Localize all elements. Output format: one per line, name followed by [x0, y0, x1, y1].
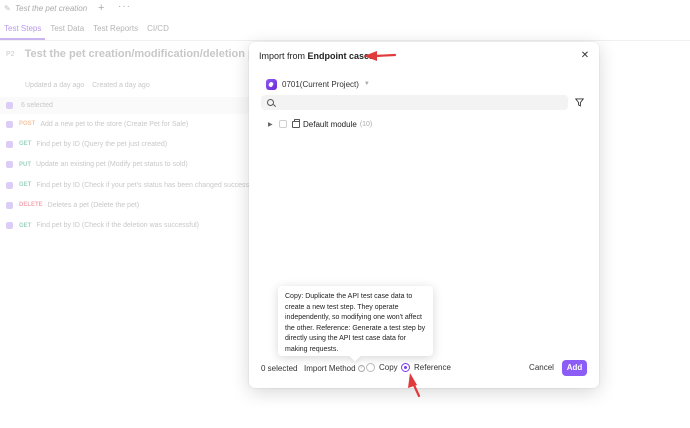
- radio-reference-dot[interactable]: [401, 363, 410, 372]
- step-text: Find pet by ID (Check if the deletion wa…: [36, 222, 199, 230]
- method-badge: DELETE: [19, 202, 43, 209]
- search-input[interactable]: [278, 98, 558, 107]
- more-icon[interactable]: ···: [118, 1, 131, 12]
- chevron-down-icon: ▼: [363, 81, 370, 87]
- modal-title-prefix: Import from: [259, 51, 308, 61]
- method-badge: GET: [19, 222, 32, 229]
- radio-copy-label: Copy: [379, 363, 398, 372]
- step-checkbox[interactable]: [6, 201, 13, 209]
- tab-test-data[interactable]: Test Data: [46, 20, 88, 40]
- tree-count: (10): [359, 120, 373, 128]
- selected-count: 6 selected: [21, 102, 53, 109]
- pen-icon: ✎: [4, 4, 11, 13]
- folder-icon: [292, 118, 300, 128]
- case-header: P2 Test the pet creation/modification/de…: [6, 48, 290, 60]
- search-icon: [267, 99, 274, 106]
- selected-count: 0 selected: [261, 364, 298, 373]
- cancel-button[interactable]: Cancel: [525, 360, 558, 376]
- project-selector[interactable]: 0701(Current Project) ▼: [266, 76, 376, 92]
- step-row[interactable]: POST Add a new pet to the store (Create …: [0, 114, 270, 134]
- modal-title-source: Endpoint cases: [307, 51, 375, 61]
- doc-tab-bar: ✎ Test the pet creation + ···: [0, 0, 690, 16]
- steps-list: 6 selected POST Add a new pet to the sto…: [0, 97, 270, 236]
- method-badge: POST: [19, 121, 36, 128]
- step-row[interactable]: GET Find pet by ID (Query the pet just c…: [0, 134, 270, 154]
- step-text: Find pet by ID (Query the pet just creat…: [36, 140, 168, 148]
- caret-right-icon[interactable]: ▶: [268, 121, 274, 128]
- method-badge: GET: [19, 141, 32, 148]
- plus-icon[interactable]: +: [98, 2, 104, 14]
- step-checkbox[interactable]: [6, 140, 13, 148]
- filter-icon[interactable]: [575, 98, 584, 107]
- radio-reference-label: Reference: [414, 363, 451, 372]
- select-all-row[interactable]: 6 selected: [0, 97, 270, 114]
- priority-badge[interactable]: P2: [6, 51, 15, 58]
- tab-bar: Test Steps Test Data Test Reports CI/CD: [0, 20, 174, 40]
- meta-updated: Updated a day ago: [25, 82, 85, 89]
- step-row[interactable]: PUT Update an existing pet (Modify pet s…: [0, 155, 270, 175]
- radio-copy-dot[interactable]: [366, 363, 375, 372]
- step-text: Deletes a pet (Delete the pet): [47, 201, 140, 209]
- step-checkbox[interactable]: [6, 120, 13, 128]
- import-method-tooltip: Copy: Duplicate the API test case data t…: [278, 286, 433, 356]
- tree-item-default-module[interactable]: ▶ Default module (10): [268, 118, 372, 130]
- tab-ci-cd[interactable]: CI/CD: [143, 20, 173, 40]
- tab-divider: [0, 40, 690, 41]
- step-text: Find pet by ID (Check if your pet's stat…: [36, 181, 264, 189]
- method-badge: PUT: [19, 161, 31, 168]
- step-text: Update an existing pet (Modify pet statu…: [36, 161, 188, 169]
- tab-test-steps[interactable]: Test Steps: [0, 20, 46, 40]
- step-checkbox[interactable]: [6, 181, 13, 189]
- project-label: 0701(Current Project): [282, 79, 359, 89]
- import-method-label: Import Method?: [304, 364, 365, 373]
- case-meta: Updated a day ago Created a day ago: [25, 82, 156, 89]
- tree-label: Default module: [303, 119, 357, 129]
- step-text: Add a new pet to the store (Create Pet f…: [40, 120, 189, 128]
- close-icon[interactable]: ✕: [580, 51, 590, 61]
- step-row[interactable]: GET Find pet by ID (Check if your pet's …: [0, 175, 270, 195]
- step-checkbox[interactable]: [6, 222, 13, 230]
- step-checkbox[interactable]: [6, 161, 13, 169]
- doc-title[interactable]: Test the pet creation: [15, 4, 87, 13]
- import-method-text: Import Method: [304, 364, 356, 373]
- modal-title: Import from Endpoint cases: [259, 51, 374, 61]
- tab-test-reports[interactable]: Test Reports: [89, 20, 142, 40]
- method-badge: GET: [19, 182, 32, 189]
- step-row[interactable]: GET Find pet by ID (Check if the deletio…: [0, 215, 270, 235]
- select-all-checkbox[interactable]: [6, 102, 13, 109]
- add-button[interactable]: Add: [562, 360, 587, 376]
- radio-copy[interactable]: Copy: [366, 363, 398, 372]
- meta-created: Created a day ago: [92, 82, 150, 89]
- project-icon: [266, 78, 277, 90]
- step-row[interactable]: DELETE Deletes a pet (Delete the pet): [0, 195, 270, 215]
- tree-checkbox[interactable]: [279, 120, 287, 128]
- radio-reference[interactable]: Reference: [401, 363, 451, 372]
- help-icon[interactable]: ?: [357, 365, 365, 373]
- search-bar: [261, 95, 568, 110]
